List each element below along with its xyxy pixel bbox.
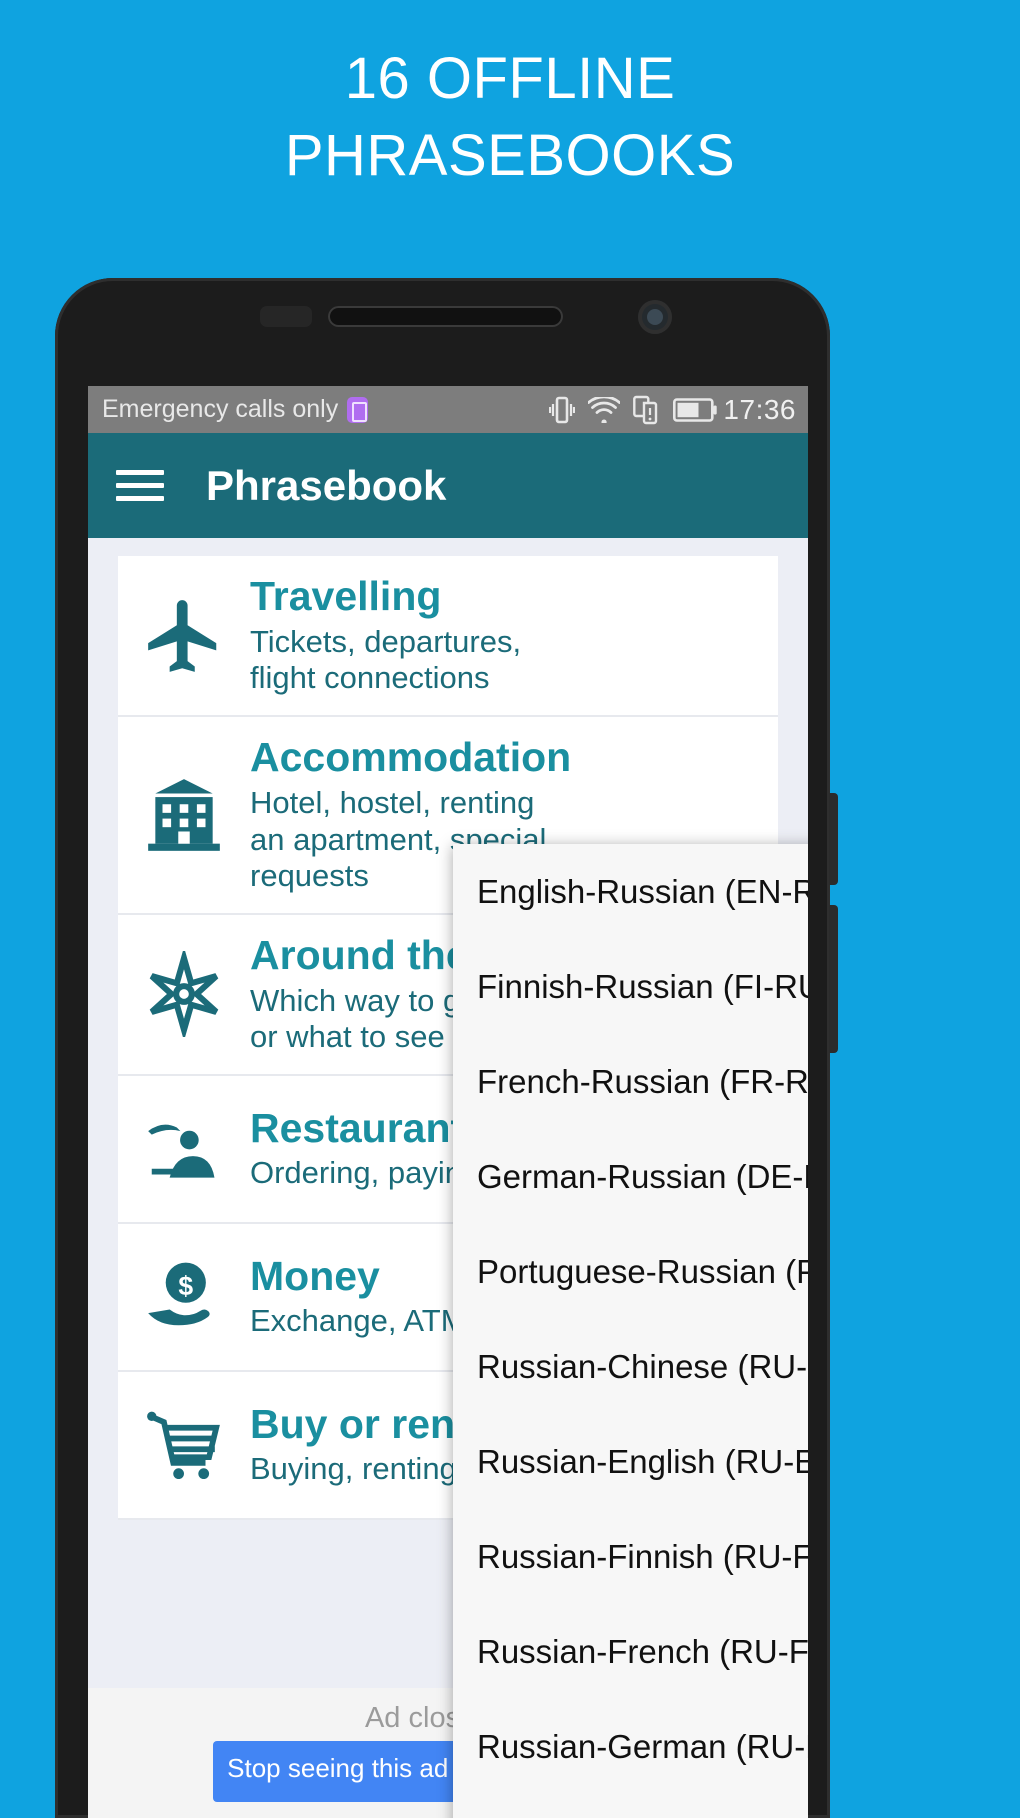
dropdown-item-russian-french[interactable]: Russian-French (RU-FR): [453, 1604, 808, 1699]
dropdown-item-russian-italian[interactable]: Russian-Italian (RU-IT): [453, 1794, 808, 1818]
dropdown-item-german-russian[interactable]: German-Russian (DE-RU): [453, 1129, 808, 1224]
promo-heading: 16 OFFLINE PHRASEBOOKS: [0, 40, 1020, 194]
app-bar: Phrasebook: [88, 433, 808, 538]
hamburger-menu-icon[interactable]: [116, 462, 164, 509]
battery-icon: [673, 397, 718, 422]
sim-alert-icon: [347, 396, 369, 423]
promo-line-1: 16 OFFLINE: [344, 46, 676, 111]
list-item[interactable]: Travelling Tickets, departures, flight c…: [118, 556, 778, 718]
sim-card-icon: [633, 395, 658, 424]
app-title: Phrasebook: [206, 461, 447, 509]
dropdown-item-french-russian[interactable]: French-Russian (FR-RU): [453, 1034, 808, 1129]
hotel-building-icon: [118, 772, 250, 858]
dropdown-item-russian-english[interactable]: Russian-English (RU-EN): [453, 1414, 808, 1509]
list-item-desc: Tickets, departures, flight connections: [250, 623, 522, 696]
stop-seeing-ad-button[interactable]: Stop seeing this ad: [213, 1741, 463, 1802]
dropdown-item-english-russian[interactable]: English-Russian (EN-RU): [453, 844, 808, 939]
vibrate-icon: [549, 396, 576, 423]
money-hand-icon: $: [118, 1254, 250, 1340]
wifi-icon: [588, 396, 621, 423]
dropdown-item-russian-chinese[interactable]: Russian-Chinese (RU-ZH): [453, 1319, 808, 1414]
phone-screen: Emergency calls only 17:36 Phrasebook Tr…: [88, 386, 808, 1818]
proximity-sensor-icon: [260, 306, 312, 327]
svg-text:$: $: [178, 1271, 193, 1301]
power-button[interactable]: [829, 905, 838, 1053]
language-dropdown-menu[interactable]: English-Russian (EN-RU) Finnish-Russian …: [453, 844, 808, 1818]
status-bar: Emergency calls only 17:36: [88, 386, 808, 433]
volume-button[interactable]: [829, 793, 838, 885]
dropdown-item-russian-german[interactable]: Russian-German (RU-DE): [453, 1699, 808, 1794]
phone-bezel-top: [55, 278, 830, 386]
earpiece-speaker-icon: [328, 306, 563, 327]
airplane-icon: [118, 593, 250, 679]
dropdown-item-finnish-russian[interactable]: Finnish-Russian (FI-RU): [453, 939, 808, 1034]
list-item-text: Travelling Tickets, departures, flight c…: [250, 574, 778, 697]
dropdown-item-russian-finnish[interactable]: Russian-Finnish (RU-FI): [453, 1509, 808, 1604]
status-icons: [549, 395, 718, 425]
phone-mockup: Emergency calls only 17:36 Phrasebook Tr…: [55, 278, 838, 1818]
carrier-label: Emergency calls only: [102, 395, 339, 423]
shopping-cart-icon: [118, 1402, 250, 1488]
list-item-title: Accommodation: [250, 735, 572, 781]
clock-label: 17:36: [723, 393, 796, 425]
promo-line-2: PHRASEBOOKS: [284, 123, 736, 189]
front-camera-icon: [638, 300, 672, 334]
dropdown-item-portuguese-russian[interactable]: Portuguese-Russian (PT-RU): [453, 1224, 808, 1319]
compass-icon: [118, 951, 250, 1038]
waiter-icon: [118, 1106, 250, 1192]
list-item-title: Travelling: [250, 574, 442, 619]
